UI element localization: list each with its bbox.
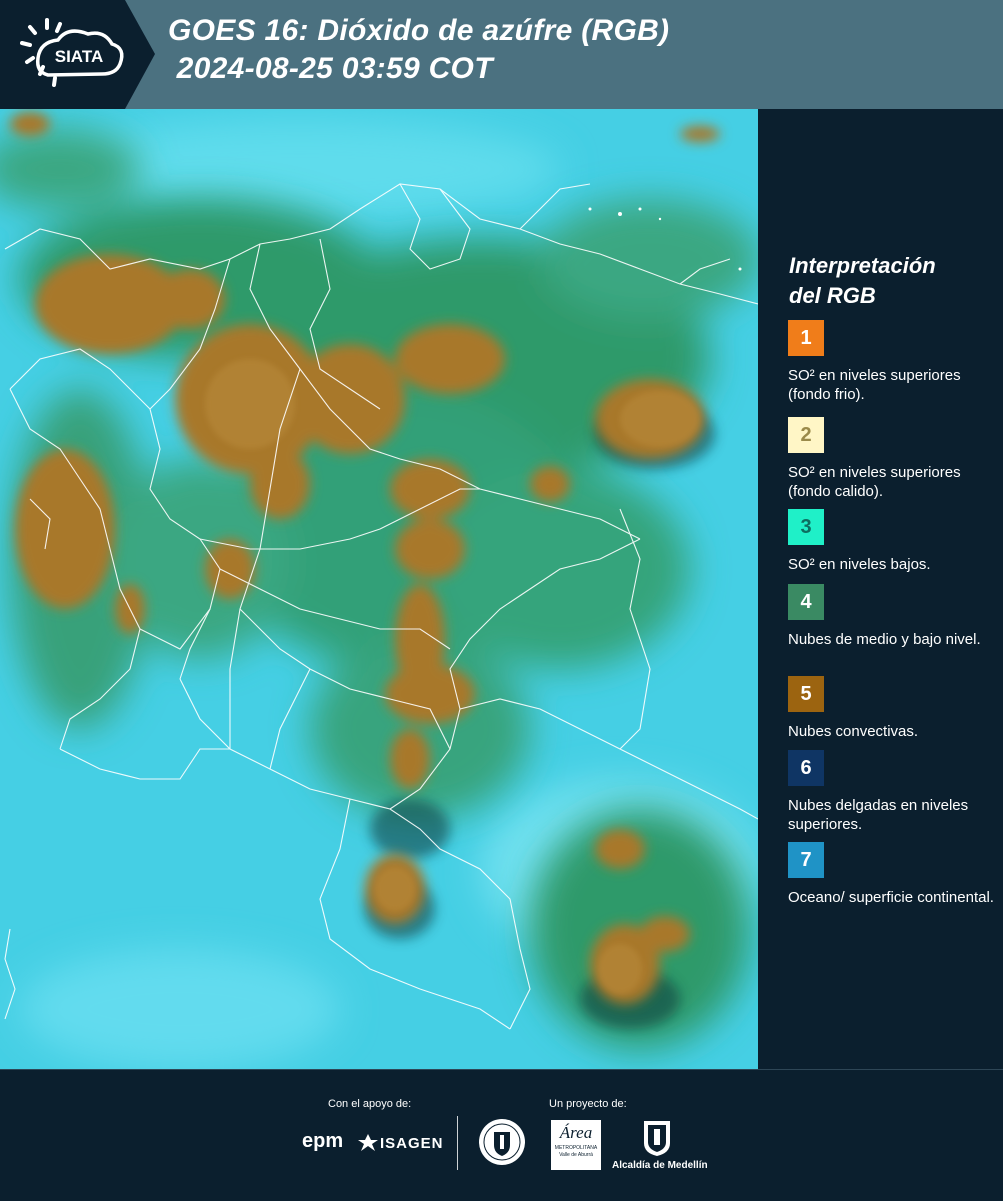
legend-title-line-2: del RGB [789,283,876,308]
siata-logo-banner: SIATA [0,0,155,109]
header-bar: SIATA GOES 16: Dióxido de azúfre (RGB) 2… [0,0,1003,109]
alcaldia-shield-logo [644,1121,670,1156]
legend-swatch: 2 [788,417,824,453]
title-line-2: 2024-08-25 03:59 COT [168,52,493,85]
page-title: GOES 16: Dióxido de azúfre (RGB) 2024-08… [168,12,669,88]
legend-swatch: 6 [788,750,824,786]
area-logo-text: Área [559,1123,593,1142]
satellite-map [0,109,758,1069]
legend-title: Interpretación del RGB [789,251,936,311]
title-line-1: GOES 16: Dióxido de azúfre (RGB) [168,14,670,47]
area-metropolitana-logo: Área METROPOLITANA Valle de Aburrá [551,1120,601,1170]
legend-label: Nubes delgadas en niveles superiores. [788,797,969,833]
alcaldia-label: Alcaldía de Medellín [612,1160,708,1171]
legend-title-line-1: Interpretación [789,253,936,278]
epm-logo: epm [302,1130,343,1153]
legend-item-5: 5 Nubes convectivas. [788,676,998,741]
isagen-logo-text: ISAGEN [380,1134,444,1152]
legend-label: Nubes convectivas. [788,723,919,740]
legend-item-3: 3 SO² en niveles bajos. [788,509,998,574]
epm-logo-text: epm [302,1130,344,1152]
siata-logo-text: SIATA [55,47,103,66]
medellin-seal-logo [479,1119,525,1165]
legend-label: Oceano/ superficie continental. [788,889,994,906]
legend-swatch: 7 [788,842,824,878]
isagen-logo: ISAGEN [358,1134,444,1152]
support-label: Con el apoyo de: [328,1098,412,1110]
legend-label: SO² en niveles superiores (fondo calido)… [788,464,961,500]
legend-item-4: 4 Nubes de medio y bajo nivel. [788,584,998,649]
legend-item-2: 2 SO² en niveles superiores (fondo calid… [788,417,998,501]
legend-label: SO² en niveles superiores (fondo frio). [788,367,961,403]
area-logo-sub2: Valle de Aburrá [559,1152,593,1158]
legend-swatch: 5 [788,676,824,712]
rgb-legend-panel: Interpretación del RGB 1 SO² en niveles … [760,109,1003,1069]
project-label: Un proyecto de: [549,1098,627,1110]
legend-swatch: 4 [788,584,824,620]
sponsors-footer: Con el apoyo de: Un proyecto de: epm ISA… [0,1069,1003,1201]
area-logo-sub1: METROPOLITANA [554,1145,598,1151]
legend-item-1: 1 SO² en niveles superiores (fondo frio)… [788,320,998,404]
legend-label: Nubes de medio y bajo nivel. [788,631,981,648]
legend-label: SO² en niveles bajos. [788,556,931,573]
legend-item-7: 7 Oceano/ superficie continental. [788,842,998,907]
legend-swatch: 3 [788,509,824,545]
legend-swatch: 1 [788,320,824,356]
footer-divider [457,1116,458,1170]
isagen-mark-icon [358,1134,378,1151]
legend-item-6: 6 Nubes delgadas en niveles superiores. [788,750,998,834]
